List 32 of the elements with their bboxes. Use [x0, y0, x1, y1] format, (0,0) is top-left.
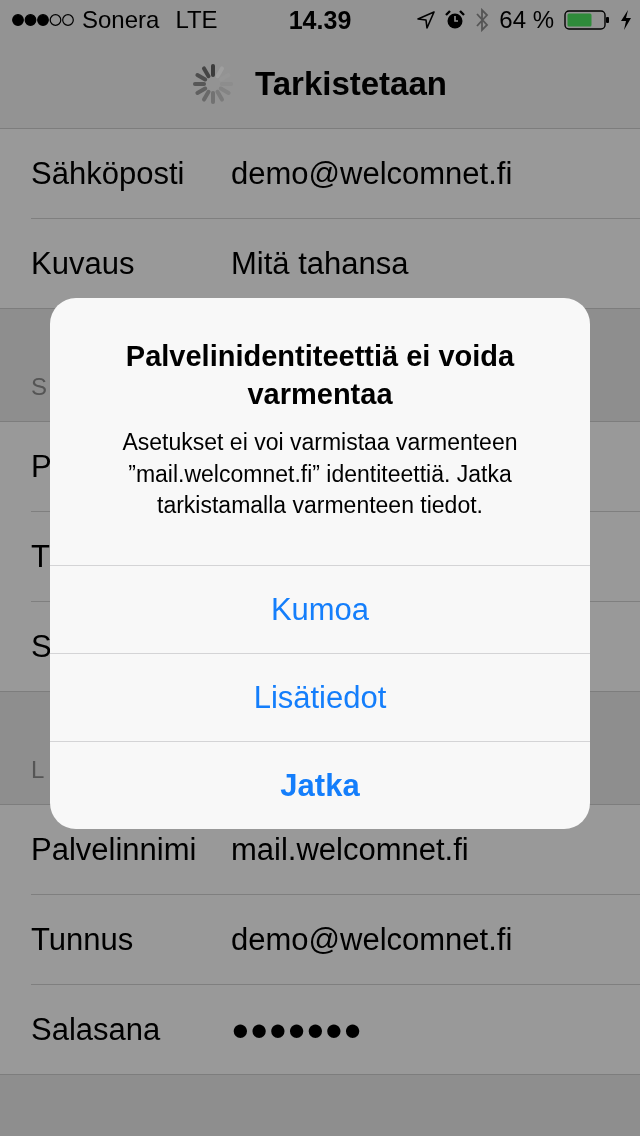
alert-message: Asetukset ei voi varmistaa varmenteen ”mail.welcomnet.fi” identiteettiä. Jatka tarkistamalla varmenteen tiedot.	[121, 428, 519, 520]
signal-icon	[12, 13, 74, 27]
field-value[interactable]: demo@welcomnet.fi	[231, 921, 513, 958]
charging-bolt-icon	[620, 10, 632, 30]
field-value[interactable]: ●●●●●●●	[231, 1011, 363, 1048]
carrier-name: Sonera	[82, 6, 160, 34]
field-label: T	[31, 538, 50, 574]
clock-time: 14.39	[288, 5, 352, 35]
field-label: Sähköposti	[31, 155, 185, 191]
battery-percentage: 64 %	[499, 6, 554, 34]
location-arrow-icon	[417, 11, 436, 29]
field-value[interactable]: Mitä tahansa	[231, 245, 409, 282]
alert-button[interactable]: Lisätiedot	[50, 653, 590, 742]
battery-icon	[564, 10, 610, 30]
section-header: S	[31, 373, 47, 401]
field-label: Palvelinnimi	[31, 831, 197, 867]
alert-button[interactable]: Kumoa	[50, 565, 590, 654]
section-header: L	[31, 756, 45, 784]
alarm-clock-icon	[445, 10, 466, 30]
field-label: Kuvaus	[31, 245, 135, 281]
field-label: Tunnus	[31, 921, 134, 957]
field-value[interactable]: demo@welcomnet.fi	[231, 155, 513, 192]
bluetooth-icon	[475, 8, 490, 32]
network-type: LTE	[175, 6, 218, 34]
screen-title: Tarkistetaan	[255, 65, 447, 103]
field-label: Salasana	[31, 1011, 161, 1047]
field-label: S	[31, 628, 52, 664]
alert-title: Palvelinidentiteettiä ei voida varmentaa	[124, 339, 516, 412]
field-value[interactable]: mail.welcomnet.fi	[231, 831, 469, 868]
field-label: P	[31, 448, 52, 484]
alert-button[interactable]: Jatka	[50, 741, 590, 830]
loading-spinner-icon	[193, 64, 233, 104]
